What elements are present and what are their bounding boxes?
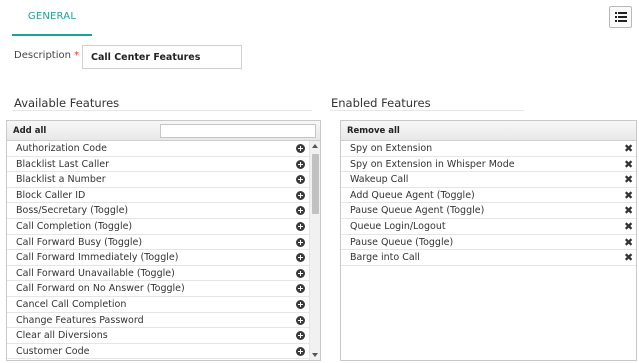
feature-label: Call Forward on No Answer (Toggle) [16, 283, 185, 295]
description-label-text: Description [14, 50, 71, 61]
available-features-panel: Add all Authorization Code Blacklist Last… [6, 120, 321, 361]
available-features-title: Available Features [14, 96, 120, 110]
required-marker: * [74, 50, 80, 61]
enabled-features-panel: Remove all Spy on Extension ✖ Spy on Exten… [340, 120, 637, 361]
feature-label: Block Caller ID [16, 189, 86, 201]
feature-label: Barge into Call [350, 252, 420, 264]
active-tab-indicator [12, 34, 92, 36]
add-feature-plus-icon[interactable] [296, 268, 305, 278]
feature-label: Pause Queue Agent (Toggle) [350, 205, 485, 217]
add-feature-plus-icon[interactable] [296, 159, 305, 169]
enabled-feature-row[interactable]: Barge into Call ✖ [341, 250, 636, 266]
remove-feature-x-icon[interactable]: ✖ [624, 219, 633, 234]
add-feature-plus-icon[interactable] [296, 237, 305, 247]
add-feature-plus-icon[interactable] [296, 346, 305, 356]
add-feature-plus-icon[interactable] [296, 284, 305, 294]
scroll-thumb[interactable] [312, 154, 319, 214]
available-features-list: Authorization Code Blacklist Last Caller B… [7, 141, 320, 360]
enabled-panel-header: Remove all [341, 121, 636, 141]
available-feature-row[interactable]: Call Completion (Toggle) [7, 219, 320, 235]
feature-label: Cancel Call Completion [16, 298, 127, 310]
available-panel-header: Add all [7, 121, 320, 141]
add-feature-plus-icon[interactable] [296, 299, 305, 309]
enabled-features-list: Spy on Extension ✖ Spy on Extension in Whi… [341, 141, 636, 360]
enabled-feature-row[interactable]: Add Queue Agent (Toggle) ✖ [341, 188, 636, 204]
feature-label: Call Forward Busy (Toggle) [16, 236, 143, 248]
enabled-feature-row[interactable]: Pause Queue Agent (Toggle) ✖ [341, 203, 636, 219]
feature-label: Call Forward Immediately (Toggle) [16, 252, 179, 264]
add-feature-plus-icon[interactable] [296, 315, 305, 325]
feature-label: Add Queue Agent (Toggle) [350, 189, 475, 201]
remove-feature-x-icon[interactable]: ✖ [624, 203, 633, 218]
description-label: Description * [14, 50, 79, 61]
feature-label: Call Forward Unavailable (Toggle) [16, 267, 175, 279]
feature-label: Customer Code [16, 345, 90, 357]
add-feature-plus-icon[interactable] [296, 331, 305, 341]
feature-label: Queue Login/Logout [350, 220, 446, 232]
list-view-icon [615, 12, 627, 23]
available-feature-row[interactable]: Blacklist a Number [7, 172, 320, 188]
available-feature-row[interactable]: Boss/Secretary (Toggle) [7, 203, 320, 219]
feature-label: Authorization Code [16, 143, 107, 154]
tab-bar: GENERAL [0, 0, 639, 36]
feature-label: Change Features Password [16, 314, 144, 326]
available-feature-row[interactable]: Clear all Diversions [7, 328, 320, 344]
available-feature-row[interactable]: Blacklist Last Caller [7, 157, 320, 173]
feature-label: Clear all Diversions [16, 330, 108, 342]
feature-label: Blacklist a Number [16, 174, 106, 186]
add-feature-plus-icon[interactable] [296, 190, 305, 200]
available-feature-row[interactable]: Customer Code [7, 344, 320, 360]
feature-label: Call Completion (Toggle) [16, 220, 133, 232]
enabled-feature-row[interactable]: Wakeup Call ✖ [341, 172, 636, 188]
enabled-feature-row[interactable]: Spy on Extension ✖ [341, 141, 636, 157]
feature-label: Wakeup Call [350, 174, 409, 186]
available-feature-row[interactable]: Call Forward Unavailable (Toggle) [7, 266, 320, 282]
add-feature-plus-icon[interactable] [296, 175, 305, 185]
add-feature-plus-icon[interactable] [296, 221, 305, 231]
tab-general[interactable]: GENERAL [12, 0, 92, 36]
description-input[interactable] [82, 45, 242, 69]
list-view-button[interactable] [609, 6, 632, 28]
add-all-button[interactable]: Add all [13, 121, 46, 141]
available-scrollbar[interactable] [309, 141, 320, 360]
feature-label: Blacklist Last Caller [16, 158, 109, 170]
remove-all-button[interactable]: Remove all [347, 121, 400, 141]
available-feature-row[interactable]: Call Forward on No Answer (Toggle) [7, 281, 320, 297]
remove-feature-x-icon[interactable]: ✖ [624, 235, 633, 250]
remove-feature-x-icon[interactable]: ✖ [624, 157, 633, 172]
remove-feature-x-icon[interactable]: ✖ [624, 250, 633, 265]
enabled-feature-row[interactable]: Spy on Extension in Whisper Mode ✖ [341, 157, 636, 173]
feature-label: Spy on Extension [350, 143, 433, 154]
enabled-feature-row[interactable]: Pause Queue (Toggle) ✖ [341, 235, 636, 251]
scroll-up-arrow-icon[interactable] [312, 144, 318, 148]
add-feature-plus-icon[interactable] [296, 144, 305, 153]
remove-feature-x-icon[interactable]: ✖ [624, 188, 633, 203]
available-feature-row[interactable]: Block Caller ID [7, 188, 320, 204]
feature-label: Spy on Extension in Whisper Mode [350, 158, 515, 170]
available-filter-input[interactable] [160, 124, 316, 138]
remove-feature-x-icon[interactable]: ✖ [624, 141, 633, 156]
scroll-down-arrow-icon[interactable] [312, 353, 318, 357]
enabled-divider [330, 110, 524, 111]
available-feature-row[interactable]: Authorization Code [7, 141, 320, 157]
enabled-feature-row[interactable]: Queue Login/Logout ✖ [341, 219, 636, 235]
feature-label: Pause Queue (Toggle) [350, 236, 454, 248]
add-feature-plus-icon[interactable] [296, 253, 305, 263]
available-feature-row[interactable]: Call Forward Busy (Toggle) [7, 235, 320, 251]
available-feature-row[interactable]: Call Forward Immediately (Toggle) [7, 250, 320, 266]
enabled-features-title: Enabled Features [331, 96, 431, 110]
available-feature-row[interactable]: Change Features Password [7, 313, 320, 329]
available-feature-row[interactable]: Cancel Call Completion [7, 297, 320, 313]
remove-feature-x-icon[interactable]: ✖ [624, 172, 633, 187]
add-feature-plus-icon[interactable] [296, 206, 305, 216]
available-divider [12, 110, 312, 111]
feature-label: Boss/Secretary (Toggle) [16, 205, 129, 217]
